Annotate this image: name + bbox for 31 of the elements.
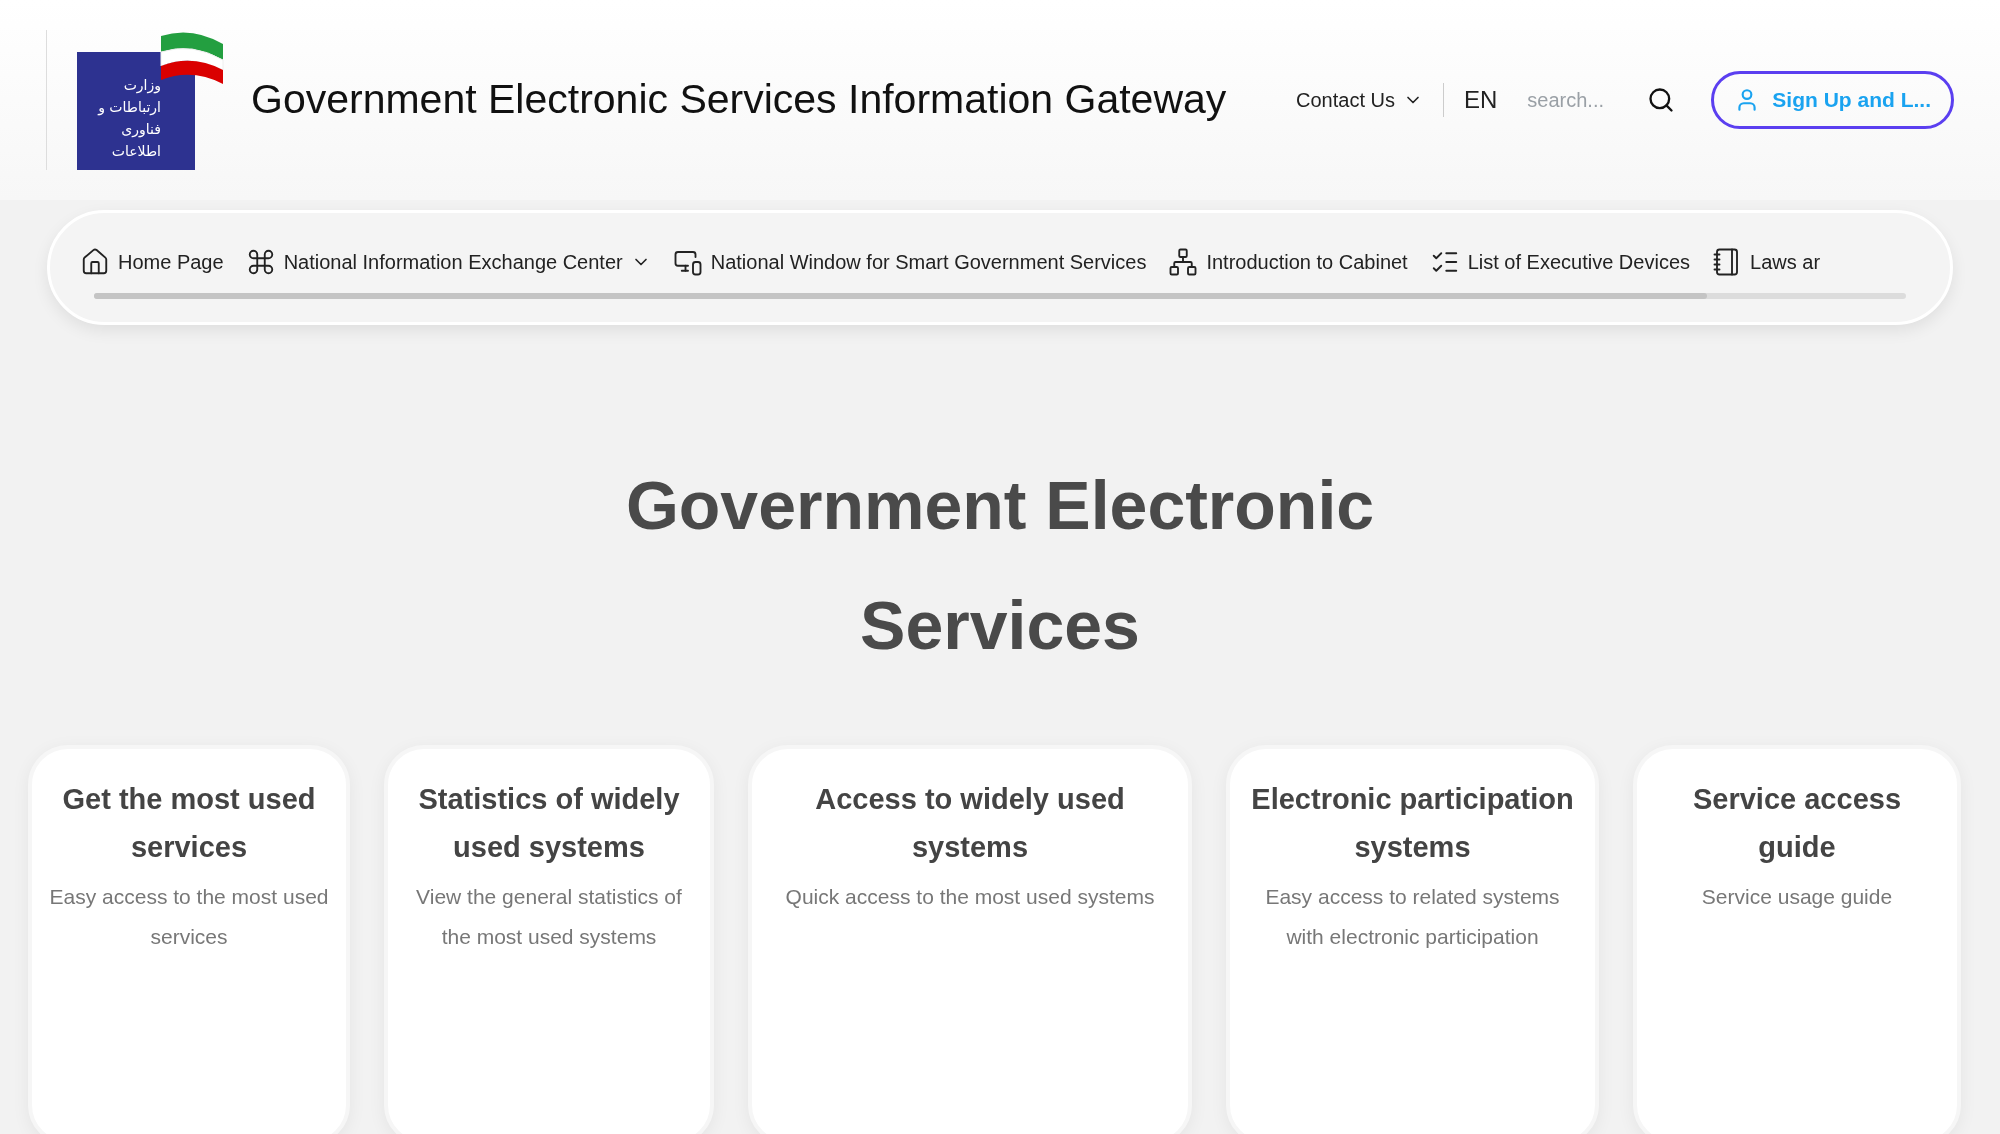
scrollbar-thumb[interactable] [94, 292, 1707, 299]
card-description: Easy access to the most used services [48, 884, 330, 950]
card-description: Easy access to related systems with electronic participation [1264, 884, 1561, 950]
card-description: View the general statistics of the most used systems [415, 884, 683, 950]
nav-link[interactable]: Laws ar [1712, 246, 1821, 277]
nav-link[interactable]: Home Page [80, 246, 224, 277]
nav-link[interactable]: Introduction to Cabinet [1168, 246, 1408, 277]
card-title: Access to widely used systems [814, 782, 1126, 865]
nav-link[interactable]: National Information Exchange Center [245, 246, 651, 277]
site-title: Government Electronic Services Information Gateway [251, 75, 1227, 125]
service-card[interactable]: Get the most used services Easy access to the most used services [28, 745, 350, 1134]
card-title: Get the most used services [61, 782, 317, 865]
house-icon [80, 246, 110, 277]
logo-text: وزارت ارتباطات و فناوری اطلاعات [96, 76, 161, 161]
card-title: Service access guide [1692, 782, 1902, 865]
hierarchy-icon [1168, 246, 1199, 277]
card-description: Service usage guide [1701, 884, 1893, 910]
service-card[interactable]: Service access guide Service usage guide [1633, 745, 1961, 1134]
search-field[interactable]: search... [1527, 85, 1628, 115]
nav-link[interactable]: National Window for Smart Government Services [672, 246, 1147, 277]
hero-title: Government Electronic Services [624, 466, 1376, 665]
card-title: Electronic participation systems [1250, 782, 1575, 865]
language-link[interactable]: EN [1464, 82, 1498, 118]
service-card[interactable]: Electronic participation systems Easy access to related systems with electronic participation [1226, 745, 1599, 1134]
nav-link[interactable]: List of Executive Devices [1429, 246, 1690, 277]
service-card[interactable]: Statistics of widely used systems View the general statistics of the most used systems [384, 745, 714, 1134]
card-description: Quick access to the most used systems [785, 884, 1155, 910]
service-card[interactable]: Access to widely used systems Quick access to the most used systems [748, 745, 1192, 1134]
card-title: Statistics of widely used systems [417, 782, 681, 865]
contact-us-dropdown[interactable]: Contact Us [1296, 85, 1423, 115]
search-icon[interactable] [1647, 86, 1676, 114]
